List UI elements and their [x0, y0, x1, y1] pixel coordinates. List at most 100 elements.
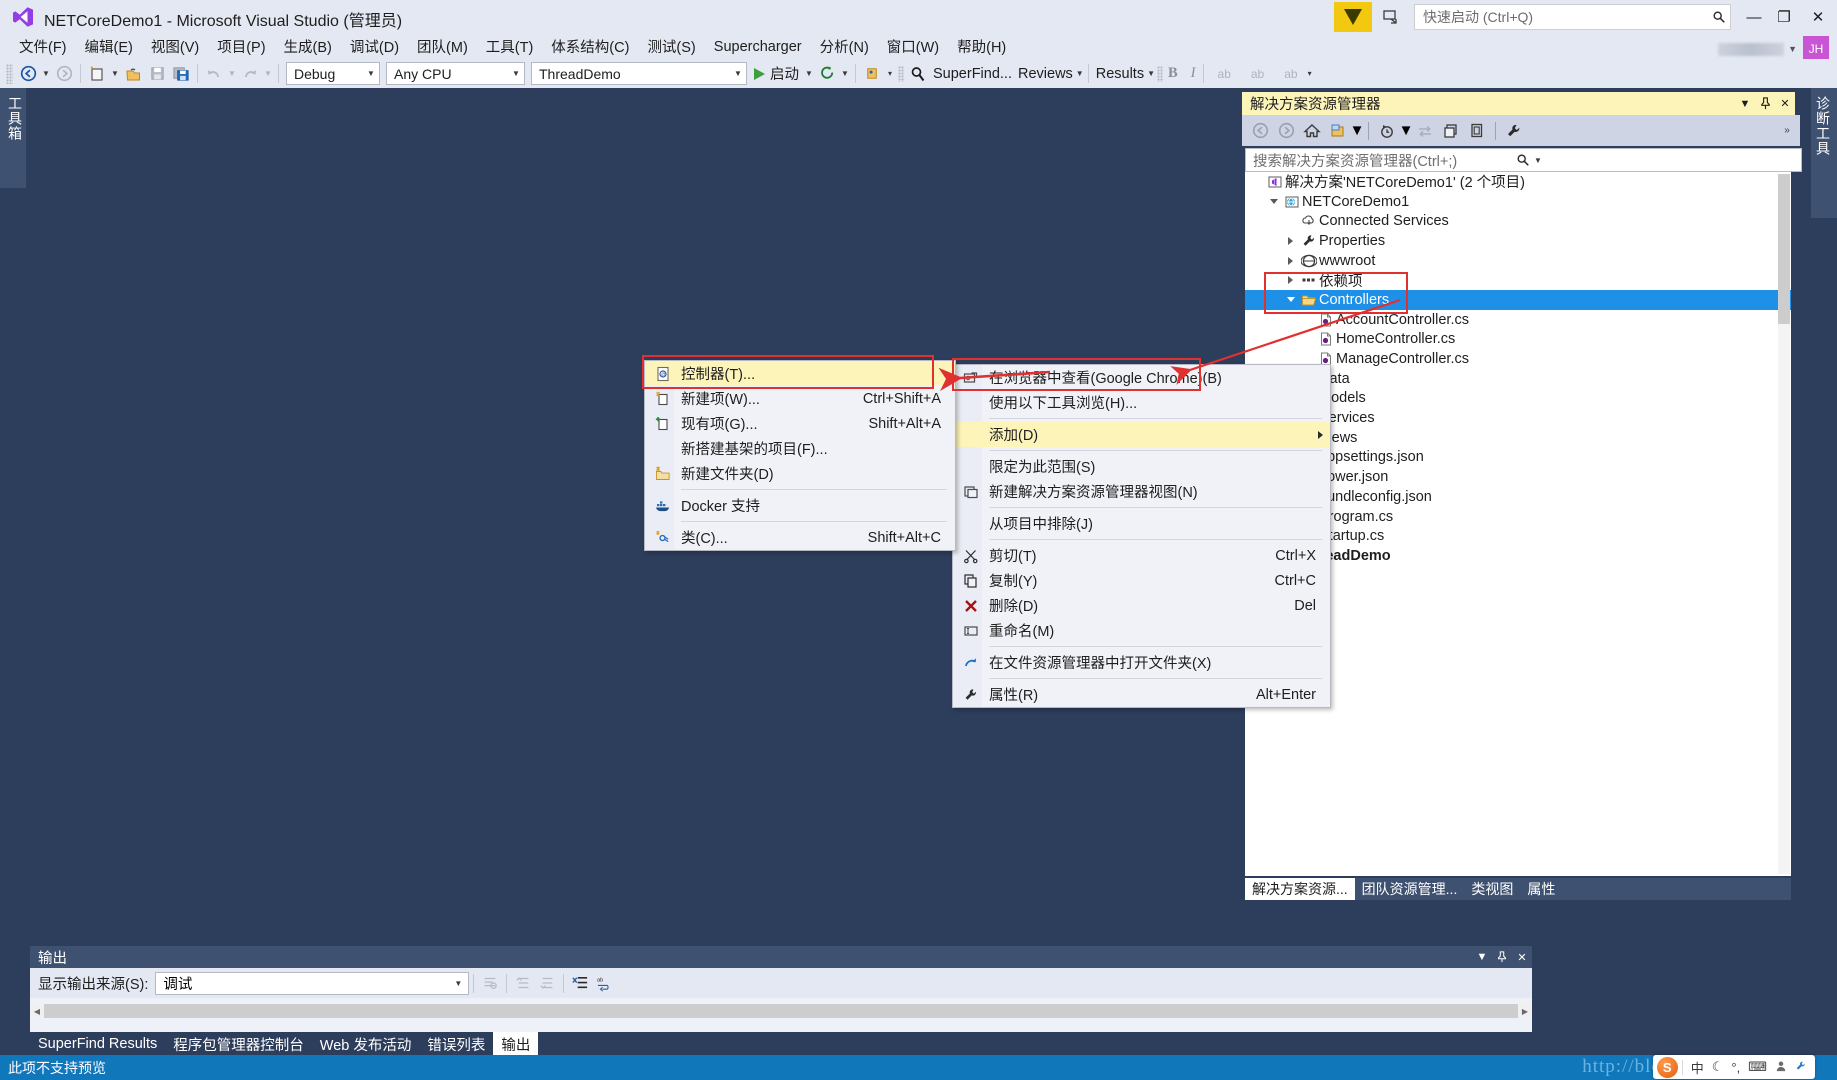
ime-user-icon[interactable]	[1771, 1060, 1791, 1075]
undo-icon[interactable]	[202, 62, 226, 86]
menu-item-9[interactable]: 测试(S)	[638, 33, 704, 60]
output-horizontal-scrollbar[interactable]: ◀ ▶	[30, 1004, 1532, 1018]
redo-dropdown[interactable]: ▼	[262, 62, 274, 86]
diagnostic-tools-dock-tab[interactable]: 诊断工具	[1811, 88, 1837, 218]
refresh-icon[interactable]	[815, 62, 839, 86]
menu-item-google-chrome-b[interactable]: 在浏览器中查看(Google Chrome)(B)	[953, 365, 1330, 390]
menu-item-5[interactable]: 调试(D)	[341, 33, 408, 60]
menu-item-2[interactable]: 视图(V)	[142, 33, 208, 60]
output-dock-tabs[interactable]: SuperFind Results 程序包管理器控制台 Web 发布活动 错误列表 输出	[30, 1032, 1532, 1056]
solution-tree-scrollbar-thumb[interactable]	[1778, 174, 1790, 324]
expand-chevron-icon[interactable]	[1283, 256, 1298, 265]
menu-item-g[interactable]: 现有项(G)... Shift+Alt+A	[645, 411, 955, 436]
menu-item-11[interactable]: 分析(N)	[811, 33, 878, 60]
output-source-combo[interactable]: 调试 ▼	[155, 971, 470, 995]
menu-item-4[interactable]: 生成(B)	[275, 33, 341, 60]
quick-launch-input[interactable]: 快速启动 (Ctrl+Q)	[1414, 4, 1731, 30]
close-icon[interactable]: ✕	[1775, 94, 1795, 114]
results-label[interactable]: Results	[1093, 66, 1147, 82]
solution-explorer-context-menu[interactable]: 在浏览器中查看(Google Chrome)(B) 使用以下工具浏览(H)... 添…	[952, 364, 1331, 708]
menu-item-y[interactable]: 复制(Y) Ctrl+C	[953, 568, 1330, 593]
output-dock-tab-1[interactable]: 程序包管理器控制台	[165, 1032, 312, 1056]
restore-button[interactable]: ❐	[1769, 2, 1799, 32]
collapse-chevron-icon[interactable]	[1266, 199, 1281, 205]
navigate-forward-icon[interactable]	[52, 62, 76, 86]
menu-item-j[interactable]: 从项目中排除(J)	[953, 511, 1330, 536]
tree-node-wwwroot[interactable]: wwwroot	[1245, 251, 1791, 271]
attach-process-icon[interactable]	[860, 62, 884, 86]
tree-node-homecontroller-cs[interactable]: HomeController.cs	[1245, 330, 1791, 350]
pending-changes-filter-icon[interactable]	[1325, 118, 1351, 144]
output-dock-tab-0[interactable]: SuperFind Results	[30, 1032, 165, 1056]
menu-item-m[interactable]: 重命名(M)	[953, 618, 1330, 643]
tree-node-netcoredemo1[interactable]: NETCoreDemo1	[1245, 192, 1791, 212]
solution-explorer-tab-2[interactable]: 类视图	[1464, 878, 1520, 900]
send-feedback-button[interactable]	[1334, 2, 1372, 32]
panel-menu-icon[interactable]: ▼	[1472, 947, 1492, 967]
ime-toolbar[interactable]: S 中 ☾ °, ⌨	[1652, 1055, 1815, 1079]
reviews-dropdown-icon[interactable]: ▼	[1076, 69, 1084, 78]
menu-item-f[interactable]: 新搭建基架的项目(F)...	[645, 436, 955, 461]
superfind-label[interactable]: SuperFind...	[930, 66, 1015, 82]
solution-explorer-search-input[interactable]: 搜索解决方案资源管理器(Ctrl+;) ▼	[1245, 148, 1802, 172]
menu-item-x[interactable]: 在文件资源管理器中打开文件夹(X)	[953, 650, 1330, 675]
output-dock-tab-2[interactable]: Web 发布活动	[312, 1032, 420, 1056]
output-dock-tab-3[interactable]: 错误列表	[419, 1032, 493, 1056]
solution-platform-combo[interactable]: Any CPU ▼	[386, 62, 525, 85]
toolbar-grip[interactable]	[6, 63, 13, 84]
ime-settings-wrench-icon[interactable]	[1791, 1060, 1811, 1075]
menu-item-h[interactable]: 使用以下工具浏览(H)...	[953, 390, 1330, 415]
format-ab-3-button[interactable]: ab	[1274, 67, 1307, 81]
back-icon[interactable]	[1247, 118, 1273, 144]
menu-item-w[interactable]: 新建项(W)... Ctrl+Shift+A	[645, 386, 955, 411]
solution-explorer-tab-0[interactable]: 解决方案资源...	[1245, 878, 1355, 900]
ime-mode-chinese[interactable]: 中	[1687, 1058, 1708, 1077]
toolbar-grip[interactable]	[898, 65, 904, 82]
collapse-chevron-icon[interactable]	[1283, 297, 1298, 303]
save-all-icon[interactable]	[169, 62, 193, 86]
forward-icon[interactable]	[1273, 118, 1299, 144]
menu-item-d[interactable]: 新建文件夹(D)	[645, 461, 955, 486]
results-dropdown-icon[interactable]: ▼	[1147, 69, 1155, 78]
menu-item-13[interactable]: 帮助(H)	[948, 33, 1015, 60]
toolbar-overflow[interactable]: ▾	[884, 62, 896, 86]
tree-node-properties[interactable]: Properties	[1245, 231, 1791, 251]
pin-icon[interactable]	[1755, 94, 1775, 114]
toggle-word-wrap-icon[interactable]: ab	[592, 971, 616, 995]
menu-item-7[interactable]: 工具(T)	[477, 33, 543, 60]
menu-item-s[interactable]: 限定为此范围(S)	[953, 454, 1330, 479]
menu-item-8[interactable]: 体系结构(C)	[542, 33, 638, 60]
ime-moon-icon[interactable]: ☾	[1708, 1059, 1728, 1075]
find-message-icon[interactable]	[478, 971, 502, 995]
ime-punctuation-icon[interactable]: °,	[1727, 1060, 1744, 1075]
show-all-files-icon[interactable]	[1464, 118, 1490, 144]
toolbar-grip[interactable]	[1157, 65, 1163, 82]
scroll-left-icon[interactable]: ◀	[30, 1007, 44, 1016]
screen-share-icon[interactable]	[1376, 2, 1406, 32]
solution-configuration-combo[interactable]: Debug ▼	[286, 62, 380, 85]
output-hscroll-thumb[interactable]	[44, 1004, 1518, 1018]
sogou-logo-icon[interactable]: S	[1656, 1056, 1678, 1078]
expand-chevron-icon[interactable]	[1283, 276, 1298, 285]
add-submenu[interactable]: @ 控制器(T)... 新建项(W)... Ctrl+Shift+A 现有项(G)...…	[644, 360, 956, 551]
navigate-backward-dropdown[interactable]: ▼	[40, 62, 52, 86]
tree-node-controllers[interactable]: Controllers	[1245, 290, 1791, 310]
format-ab-1-button[interactable]: ab	[1208, 67, 1241, 81]
italic-button[interactable]: I	[1181, 65, 1199, 82]
output-dock-tab-4[interactable]: 输出	[493, 1032, 539, 1056]
go-to-next-message-icon[interactable]	[535, 971, 559, 995]
solution-explorer-bottom-tabs[interactable]: 解决方案资源... 团队资源管理... 类视图 属性	[1245, 878, 1791, 900]
tree-node-accountcontroller-cs[interactable]: AccountController.cs	[1245, 310, 1791, 330]
reviews-label[interactable]: Reviews	[1015, 66, 1076, 82]
close-button[interactable]: ✕	[1799, 2, 1837, 32]
toolbar-overflow-icon[interactable]: ▾	[1308, 69, 1312, 78]
start-debug-dropdown[interactable]: ▼	[803, 62, 815, 86]
toolbar-overflow-icon[interactable]: »	[1774, 118, 1800, 144]
menu-item-0[interactable]: 文件(F)	[10, 33, 76, 60]
superfind-search-icon[interactable]	[906, 62, 930, 86]
menu-item-3[interactable]: 项目(P)	[208, 33, 274, 60]
tree-node--[interactable]: 依赖项	[1245, 270, 1791, 290]
navigate-backward-icon[interactable]	[16, 62, 40, 86]
sync-with-active-document-icon[interactable]	[1412, 118, 1438, 144]
clear-all-icon[interactable]	[568, 971, 592, 995]
